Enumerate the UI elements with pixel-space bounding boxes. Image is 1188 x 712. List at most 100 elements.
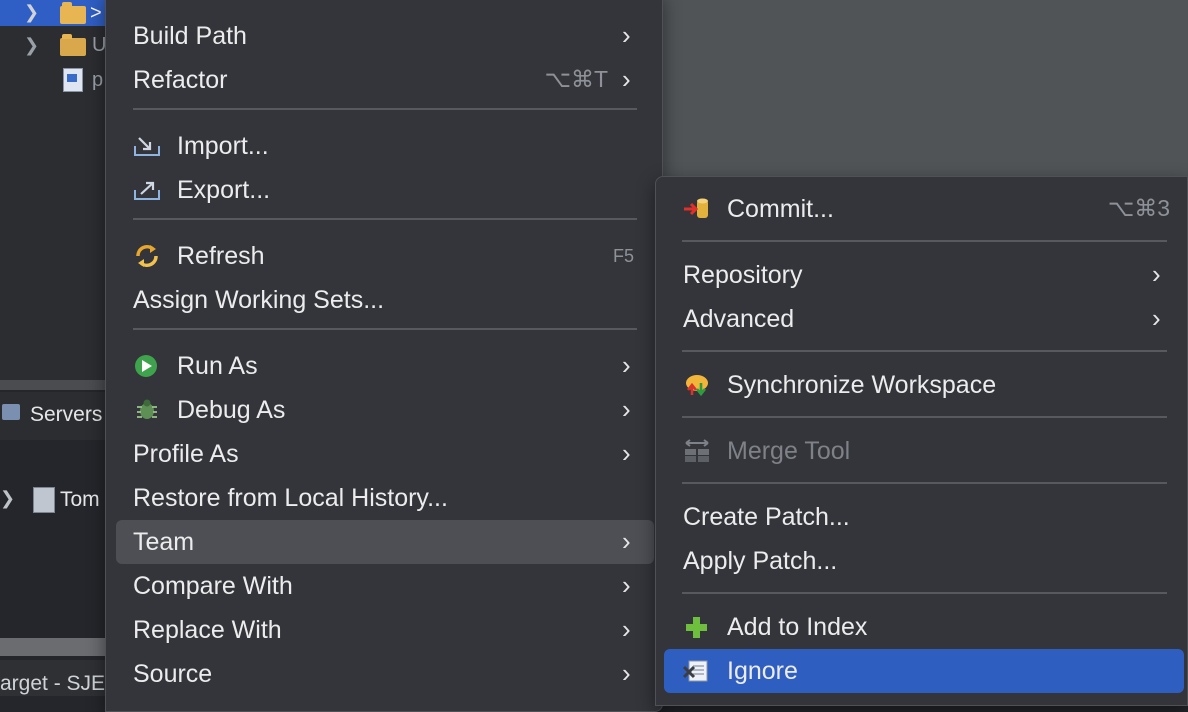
menu-item-create-patch[interactable]: Create Patch... <box>664 495 1184 539</box>
project-explorer: ❯ > ❯ U p <box>0 0 106 380</box>
explorer-row[interactable]: p <box>0 68 105 94</box>
menu-item-run-as[interactable]: Run As › <box>116 344 654 388</box>
menu-item-refactor[interactable]: Refactor ⌥⌘T › <box>116 58 654 102</box>
menu-item-label: Synchronize Workspace <box>727 371 997 399</box>
menu-item-profile-as[interactable]: Profile As › <box>116 432 654 476</box>
chevron-right-icon: › <box>622 658 631 688</box>
run-icon <box>135 355 157 377</box>
menu-item-label: Profile As <box>133 440 239 468</box>
folder-icon <box>60 34 86 56</box>
chevron-right-icon: › <box>1152 259 1161 289</box>
menu-item-label: Run As <box>177 352 258 380</box>
chevron-right-icon: › <box>622 438 631 468</box>
shortcut-label: ⌥⌘3 <box>1107 195 1170 221</box>
chevron-right-icon: › <box>1152 303 1161 333</box>
menu-separator <box>682 240 1167 242</box>
menu-item-restore-history[interactable]: Restore from Local History... <box>116 476 654 520</box>
menu-separator <box>133 218 637 220</box>
chevron-right-icon: › <box>622 614 631 644</box>
menu-item-export[interactable]: Export... <box>116 168 654 212</box>
import-icon <box>134 137 160 156</box>
menu-item-compare-with[interactable]: Compare With › <box>116 564 654 608</box>
menu-item-build-path[interactable]: Build Path › <box>116 14 654 58</box>
shortcut-label: F5 <box>612 246 634 266</box>
editor-area <box>663 0 1188 182</box>
menu-item-label: Ignore <box>727 657 798 685</box>
chevron-right-icon: › <box>622 394 631 424</box>
menu-item-label: Export... <box>177 176 271 204</box>
menu-item-label: Merge Tool <box>727 437 851 465</box>
bug-icon <box>137 399 157 419</box>
menu-item-label: Create Patch... <box>683 503 850 531</box>
menu-item-label: Debug As <box>177 396 286 424</box>
menu-item-label: Build Path <box>133 22 247 50</box>
chevron-right-icon: › <box>622 64 631 94</box>
menu-item-ignore[interactable]: Ignore <box>664 649 1184 693</box>
menu-item-label: Assign Working Sets... <box>133 286 385 314</box>
menu-item-label: Source <box>133 660 213 688</box>
synchronize-icon <box>686 375 708 397</box>
menu-item-label: Team <box>133 528 195 556</box>
menu-item-source[interactable]: Source › <box>116 652 654 696</box>
shortcut-label: ⌥⌘T <box>544 66 608 92</box>
servers-icon <box>2 404 20 420</box>
server-entry-label[interactable]: Tom <box>60 488 100 512</box>
chevron-right-icon: › <box>622 350 631 380</box>
menu-item-label: Apply Patch... <box>683 547 838 575</box>
menu-separator <box>682 416 1167 418</box>
explorer-row-label: > <box>90 2 102 24</box>
chevron-right-icon: › <box>622 526 631 556</box>
menu-item-repository[interactable]: Repository › <box>664 253 1184 297</box>
add-icon <box>686 617 707 638</box>
menu-separator <box>133 328 637 330</box>
menu-item-label: Refactor <box>133 66 228 94</box>
menu-item-assign-working-sets[interactable]: Assign Working Sets... <box>116 278 654 322</box>
server-icon <box>33 487 55 513</box>
menu-item-label: Repository <box>683 261 803 289</box>
menu-separator <box>682 350 1167 352</box>
team-submenu: Commit... ⌥⌘3 Repository › Advanced › Sy… <box>655 176 1188 706</box>
menu-item-label: Import... <box>177 132 269 160</box>
folder-icon <box>60 2 86 24</box>
menu-item-synchronize[interactable]: Synchronize Workspace <box>664 363 1184 407</box>
menu-item-merge-tool[interactable]: Merge Tool <box>664 429 1184 473</box>
context-menu: Build Path › Refactor ⌥⌘T › Import... Ex… <box>105 0 663 712</box>
commit-icon <box>684 198 708 218</box>
merge-icon <box>685 439 709 462</box>
menu-item-label: Add to Index <box>727 613 868 641</box>
ignore-icon <box>683 660 708 682</box>
menu-item-label: Restore from Local History... <box>133 484 448 512</box>
menu-separator <box>133 108 637 110</box>
export-icon <box>134 181 160 200</box>
menu-separator <box>682 592 1167 594</box>
file-icon <box>63 68 83 92</box>
explorer-row-label: p <box>92 69 104 91</box>
refresh-icon <box>136 244 158 268</box>
menu-item-add-to-index[interactable]: Add to Index <box>664 605 1184 649</box>
chevron-right-icon: › <box>622 20 631 50</box>
menu-item-debug-as[interactable]: Debug As › <box>116 388 654 432</box>
menu-item-apply-patch[interactable]: Apply Patch... <box>664 539 1184 583</box>
chevron-right-icon: › <box>622 570 631 600</box>
menu-item-label: Compare With <box>133 572 293 600</box>
servers-tab-label[interactable]: Servers <box>30 403 102 427</box>
menu-item-refresh[interactable]: Refresh F5 <box>116 234 654 278</box>
expand-arrow-icon[interactable]: ❯ <box>24 2 39 23</box>
menu-item-label: Refresh <box>177 242 265 270</box>
status-bar-text: arget - SJE <box>0 672 106 695</box>
explorer-row-selected[interactable]: ❯ > <box>0 0 105 26</box>
expand-arrow-icon[interactable]: ❯ <box>24 35 39 56</box>
expand-arrow-icon[interactable]: ❯ <box>0 488 15 509</box>
panel-divider[interactable] <box>0 380 105 390</box>
horizontal-scrollbar[interactable] <box>0 638 105 656</box>
menu-item-replace-with[interactable]: Replace With › <box>116 608 654 652</box>
menu-item-team[interactable]: Team › <box>116 520 654 564</box>
menu-item-advanced[interactable]: Advanced › <box>664 297 1184 341</box>
menu-item-label: Advanced <box>683 305 795 333</box>
menu-item-label: Commit... <box>727 195 834 223</box>
menu-item-import[interactable]: Import... <box>116 124 654 168</box>
explorer-row[interactable]: ❯ U <box>0 33 106 59</box>
menu-item-commit[interactable]: Commit... ⌥⌘3 <box>664 187 1184 231</box>
menu-item-label: Replace With <box>133 616 282 644</box>
menu-separator <box>682 482 1167 484</box>
